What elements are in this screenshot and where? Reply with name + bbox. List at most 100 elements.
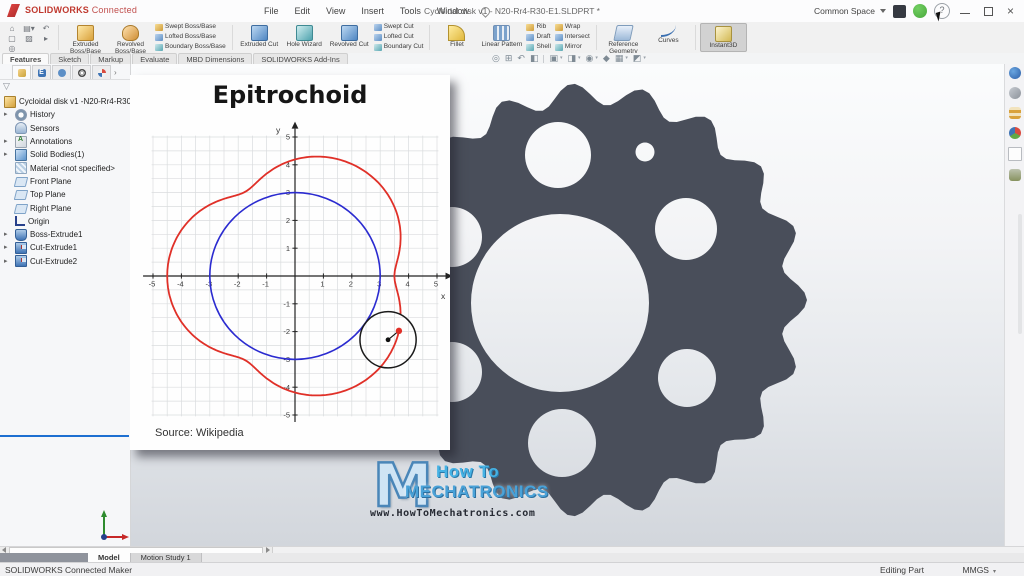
lofted-cut-button[interactable]: Lofted Cut [374, 33, 424, 42]
tree-item-origin[interactable]: Origin [0, 215, 130, 228]
draft-icon [526, 34, 534, 41]
view-orientation-icon[interactable]: ▣ [549, 53, 558, 64]
view-settings-icon[interactable]: ◩ [633, 53, 642, 64]
apply-scene-icon[interactable]: ▦ [615, 53, 624, 64]
rib-button[interactable]: Rib [526, 23, 550, 32]
plane-icon [14, 177, 28, 187]
graphics-viewport[interactable]: Epitrochoid -5-5-4-4-3-3-2-2-1-111223344… [130, 64, 1005, 546]
tree-item-front-plane[interactable]: Front Plane [0, 175, 130, 188]
lofted-boss-base-button[interactable]: Lofted Boss/Base [155, 33, 226, 42]
save-icon[interactable]: ▤▾ [20, 24, 38, 34]
mirror-button[interactable]: Mirror [555, 43, 590, 52]
linear-pattern-button[interactable]: Linear Pattern [479, 23, 524, 52]
zoom-to-fit-icon[interactable]: ◎ [492, 53, 500, 64]
3dexperience-app-icon[interactable] [893, 5, 906, 18]
menu-view[interactable]: View [318, 0, 353, 22]
property-manager-tab[interactable]: E [32, 65, 51, 79]
command-manager-ribbon: ⌂ ▤▾ ↶ ▢ ▨ ▸ ◎ Extruded Boss/Base Revolv… [0, 22, 1024, 54]
swept-boss-base-button[interactable]: Swept Boss/Base [155, 23, 226, 32]
boundary-cut-button[interactable]: Boundary Cut [374, 43, 424, 52]
tree-item-sensors[interactable]: Sensors [0, 122, 130, 135]
home-icon[interactable]: ⌂ [4, 24, 20, 34]
tab-sketch[interactable]: Sketch [50, 53, 89, 64]
tree-item-boss-extrude1[interactable]: Boss-Extrude1 [0, 228, 130, 241]
tree-item-history[interactable]: History [0, 108, 130, 121]
workspace-selector[interactable]: Common Space [814, 6, 875, 16]
tab-splitter-box[interactable] [0, 553, 88, 562]
tree-item-cut-extrude1[interactable]: Cut-Extrude1 [0, 241, 130, 254]
hide-show-items-icon[interactable]: ◉ [586, 53, 594, 64]
extruded-cut-button[interactable]: Extruded Cut [237, 23, 282, 52]
curves-button[interactable]: Curves [646, 23, 691, 52]
filter-funnel-icon[interactable]: ▽ [3, 81, 10, 92]
status-units-selector[interactable]: MMGS [963, 565, 996, 575]
reference-geometry-button[interactable]: Reference Geometry [601, 23, 646, 52]
document-title: Cycloidal disk v1 - N20-Rr4-R30-E1.SLDPR… [424, 6, 600, 16]
task-pane-scrollbar[interactable] [1018, 214, 1022, 334]
zoom-to-area-icon[interactable]: ⊞ [505, 53, 513, 64]
section-view-icon[interactable]: ◧ [530, 53, 539, 64]
tree-item-material[interactable]: Material <not specified> [0, 161, 130, 174]
swept-cut-button[interactable]: Swept Cut [374, 23, 424, 32]
shell-button[interactable]: Shell [526, 43, 550, 52]
new-document-icon[interactable]: ▢ [4, 34, 20, 44]
tab-markup[interactable]: Markup [90, 53, 131, 64]
motion-study-tab[interactable]: Motion Study 1 [131, 553, 202, 562]
tree-item-cut-extrude2[interactable]: Cut-Extrude2 [0, 255, 130, 268]
restore-button[interactable] [980, 3, 996, 19]
tab-solidworks-addins[interactable]: SOLIDWORKS Add-Ins [253, 53, 347, 64]
undo-icon[interactable]: ↶ [38, 24, 54, 34]
close-button[interactable] [1003, 3, 1019, 19]
select-arrow-icon[interactable]: ▸ [38, 34, 54, 44]
tab-evaluate[interactable]: Evaluate [132, 53, 177, 64]
hole-wizard-button[interactable]: Hole Wizard [282, 23, 327, 52]
print-icon[interactable]: ▨ [20, 34, 38, 44]
model-tab[interactable]: Model [88, 553, 131, 562]
reference-group: Reference Geometry Curves [599, 22, 693, 53]
tab-overflow-chevron-icon[interactable]: › [114, 66, 117, 79]
menu-insert[interactable]: Insert [353, 0, 392, 22]
tree-item-right-plane[interactable]: Right Plane [0, 201, 130, 214]
edit-appearance-icon[interactable]: ◆ [603, 53, 610, 64]
minimize-button[interactable] [957, 3, 973, 19]
revolved-boss-base-button[interactable]: Revolved Boss/Base [108, 23, 153, 52]
revolved-boss-icon [122, 25, 139, 41]
design-library-icon[interactable] [1009, 87, 1021, 99]
tree-item-annotations[interactable]: Annotations [0, 135, 130, 148]
workspace-caret-icon[interactable] [880, 9, 886, 13]
fillet-button[interactable]: Fillet [434, 23, 479, 52]
display-manager-tab[interactable] [92, 65, 111, 79]
panel-splitter[interactable] [0, 435, 129, 437]
configuration-manager-tab[interactable] [52, 65, 71, 79]
help-button[interactable] [934, 3, 950, 19]
boundary-boss-base-button[interactable]: Boundary Boss/Base [155, 43, 226, 52]
intersect-button[interactable]: Intersect [555, 33, 590, 42]
previous-view-icon[interactable]: ↶ [517, 53, 525, 64]
dimxpert-manager-tab[interactable] [72, 65, 91, 79]
menu-file[interactable]: File [256, 0, 287, 22]
extruded-boss-base-button[interactable]: Extruded Boss/Base [63, 23, 108, 52]
draft-button[interactable]: Draft [526, 33, 550, 42]
custom-properties-icon[interactable] [1008, 147, 1022, 161]
tab-features[interactable]: Features [2, 53, 49, 64]
swept-cut-icon [374, 24, 382, 31]
titlebar-right-cluster: Common Space [814, 0, 1019, 22]
tab-mbd-dimensions[interactable]: MBD Dimensions [178, 53, 252, 64]
revolved-cut-button[interactable]: Revolved Cut [327, 23, 372, 52]
user-avatar[interactable] [913, 4, 927, 18]
toolbox-icon[interactable] [1009, 107, 1021, 119]
instant3d-button[interactable]: Instant3D [700, 23, 747, 52]
svg-text:x: x [441, 291, 446, 301]
rib-icon [526, 24, 534, 31]
appearances-icon[interactable] [1009, 127, 1021, 139]
features-group: Fillet Linear Pattern Rib Draft Shell Wr… [432, 22, 593, 53]
tree-item-solid-bodies[interactable]: Solid Bodies(1) [0, 148, 130, 161]
featuremanager-tree-tab[interactable] [12, 65, 31, 79]
tree-item-top-plane[interactable]: Top Plane [0, 188, 130, 201]
solidworks-resources-icon[interactable] [1009, 169, 1021, 181]
tree-root-part[interactable]: Cycloidal disk v1 -N20-Rr4-R30-E1 (D [0, 95, 130, 108]
3dexperience-home-icon[interactable] [1009, 67, 1021, 79]
menu-edit[interactable]: Edit [287, 0, 319, 22]
wrap-button[interactable]: Wrap [555, 23, 590, 32]
display-style-icon[interactable]: ◨ [568, 53, 577, 64]
